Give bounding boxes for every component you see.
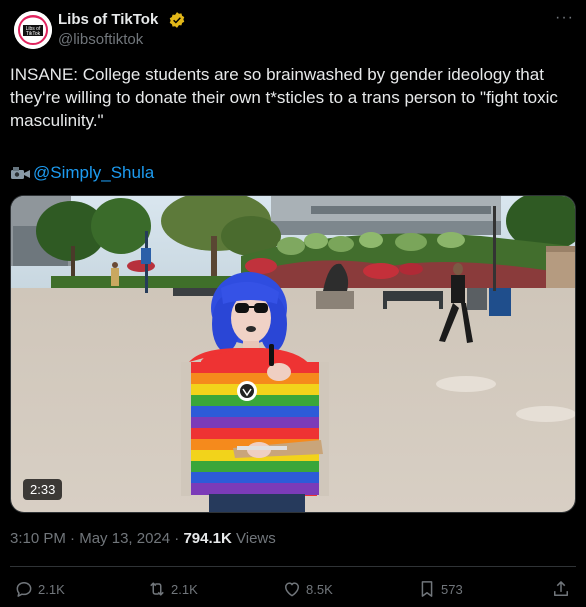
tweet-date[interactable]: May 13, 2024 [79,530,170,547]
video-thumbnail [11,196,575,512]
share-icon [554,581,568,596]
tweet-time[interactable]: 3:10 PM [10,530,66,547]
meta-separator-2: · [170,530,184,547]
bookmark-button[interactable]: 573 [417,579,463,599]
more-icon[interactable]: ··· [555,9,574,27]
like-count: 8.5K [306,581,333,597]
mention-line: @Simply_Shula [10,161,154,184]
like-button[interactable]: 8.5K [282,579,333,599]
repost-icon [150,582,164,596]
action-bar: 2.1K 2.1K 8.5K 573 [10,579,576,603]
display-name[interactable]: Libs of TikTok [58,11,158,28]
verified-badge-icon[interactable] [168,11,186,29]
avatar-logo: Libs of TikTok [14,11,52,49]
bookmark-count: 573 [441,581,463,597]
share-button[interactable] [551,579,575,599]
avatar[interactable]: Libs of TikTok [14,11,52,49]
reply-button[interactable]: 2.1K [14,579,65,599]
bookmark-icon [421,581,433,597]
tweet-meta: 3:10 PM · May 13, 2024 · 794.1K Views [10,530,276,547]
mention-link[interactable]: @Simply_Shula [33,161,154,184]
svg-text:TikTok: TikTok [26,31,41,37]
like-icon [285,582,299,597]
divider [10,566,576,567]
reply-icon [16,582,32,597]
meta-separator: · [65,530,80,547]
camera-icon [11,166,30,179]
tweet-header: Libs of TikTok Libs of TikTok @libsoftik… [10,9,576,53]
views-count[interactable]: 794.1K [183,530,231,547]
views-label: Views [231,530,276,547]
video-player[interactable]: 2:33 [10,195,576,513]
repost-count: 2.1K [171,581,198,597]
video-duration: 2:33 [23,479,63,500]
reply-count: 2.1K [38,581,65,597]
tweet-text: INSANE: College students are so brainwas… [10,65,558,130]
handle[interactable]: @libsoftiktok [58,31,143,48]
repost-button[interactable]: 2.1K [147,579,198,599]
